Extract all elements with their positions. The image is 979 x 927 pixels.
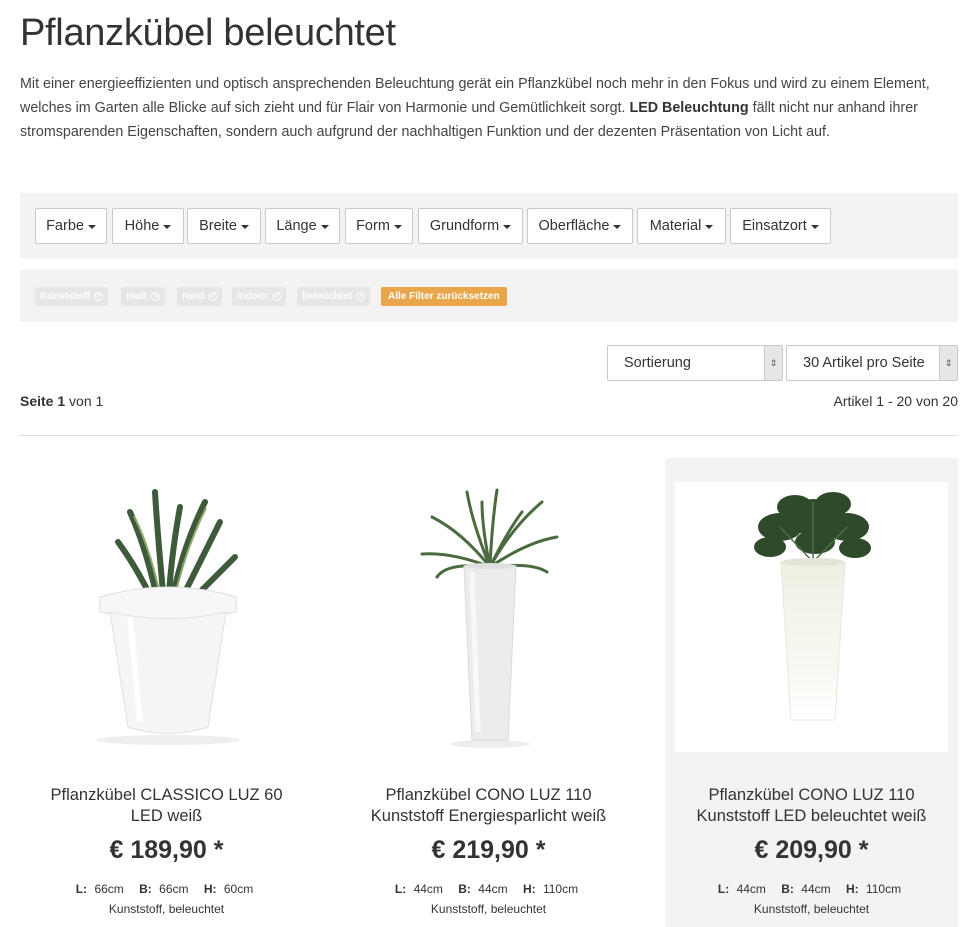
dim-b-label: B:: [781, 882, 794, 896]
caret-down-icon: [320, 225, 329, 229]
product-name[interactable]: Pflanzkübel CLASSICO LUZ 60 LED weiß: [20, 785, 313, 827]
dim-l-value: 44cm: [413, 882, 443, 896]
product-material: Kunststoff, beleuchtet: [753, 902, 870, 916]
filter-form-label: Form: [356, 218, 390, 234]
product-image[interactable]: [30, 482, 303, 752]
caret-down-icon: [163, 225, 172, 229]
sort-select[interactable]: Sortierung ⇕: [607, 345, 783, 381]
remove-filter-icon[interactable]: ×: [356, 292, 366, 301]
dim-b-label: B:: [458, 882, 471, 896]
filter-material-label: Material: [649, 218, 702, 234]
caret-down-icon: [613, 225, 622, 229]
active-filters-bar: Kunststoff × matt × rund × indoor × beleucht…: [20, 269, 958, 322]
select-arrows-icon: ⇕: [764, 346, 782, 380]
product-price: € 189,90 *: [109, 836, 224, 864]
filter-einsatzort-button[interactable]: Einsatzort: [730, 208, 831, 244]
caret-down-icon: [240, 225, 249, 229]
page-title: Pflanzkübel beleuchtet: [20, 12, 396, 54]
per-page-select-value: 30 Artikel pro Seite: [803, 355, 925, 371]
active-filter-label: Kunststoff: [40, 291, 90, 302]
planter-plant-image: [754, 492, 871, 721]
dim-b-value: 66cm: [159, 882, 189, 896]
product-card-hovered[interactable]: Pflanzkübel CONO LUZ 110 Kunststoff LED …: [665, 458, 958, 927]
per-page-select[interactable]: 30 Artikel pro Seite ⇕: [786, 345, 958, 381]
product-card[interactable]: Pflanzkübel CONO LUZ 110 Kunststoff Ener…: [342, 458, 635, 927]
intro-text-highlight: LED Beleuchtung: [629, 100, 749, 116]
dim-l-value: 44cm: [736, 882, 766, 896]
product-dimensions: L: 44cm B: 44cm H: 110cm: [342, 882, 635, 896]
remove-filter-icon[interactable]: ×: [151, 292, 161, 301]
dim-h-label: H:: [522, 882, 536, 896]
product-dimensions: L: 44cm B: 44cm H: 110cm: [665, 882, 958, 896]
page-word: Seite: [20, 393, 54, 409]
dim-h-value: 110cm: [542, 882, 579, 896]
caret-down-icon: [705, 225, 714, 229]
filter-hoehe-button[interactable]: Höhe: [112, 208, 184, 244]
dim-h-value: 60cm: [223, 882, 254, 896]
active-filter-chip[interactable]: matt ×: [121, 287, 166, 306]
active-filter-chip[interactable]: beleuchtet ×: [297, 287, 371, 306]
filter-oberflaeche-label: Oberfläche: [538, 218, 610, 234]
active-filter-label: beleuchtet: [302, 291, 353, 302]
filter-breite-button[interactable]: Breite: [187, 208, 261, 244]
filter-bar: Farbe Höhe Breite Länge Form Grundform O…: [20, 193, 958, 259]
product-image[interactable]: [675, 482, 948, 752]
planter-plant-image: [420, 488, 559, 748]
filter-form-button[interactable]: Form: [345, 208, 413, 244]
product-price: € 209,90 *: [754, 836, 869, 864]
filter-material-button[interactable]: Material: [637, 208, 726, 244]
product-card[interactable]: Pflanzkübel CLASSICO LUZ 60 LED weiß € 1…: [20, 458, 313, 927]
dim-l-label: L:: [717, 882, 730, 896]
remove-filter-icon[interactable]: ×: [208, 292, 218, 301]
caret-down-icon: [87, 225, 96, 229]
caret-down-icon: [393, 225, 402, 229]
dim-h-label: H:: [845, 882, 859, 896]
page-current: 1: [57, 393, 66, 409]
filter-farbe-label: Farbe: [46, 218, 84, 234]
intro-text: Mit einer energieeffizienten und optisch…: [20, 72, 960, 144]
product-dimensions: L: 66cm B: 66cm H: 60cm: [20, 882, 313, 896]
product-image[interactable]: [352, 482, 625, 752]
dim-l-value: 66cm: [94, 882, 124, 896]
active-filter-label: rund: [182, 291, 205, 302]
filter-grundform-button[interactable]: Grundform: [418, 208, 523, 244]
filter-einsatzort-label: Einsatzort: [742, 218, 807, 234]
select-arrows-icon: ⇕: [939, 346, 957, 380]
remove-filter-icon[interactable]: ×: [272, 292, 282, 301]
caret-down-icon: [503, 225, 512, 229]
active-filter-chip[interactable]: indoor ×: [232, 287, 287, 306]
dim-l-label: L:: [394, 882, 407, 896]
divider: [20, 435, 958, 436]
filter-breite-label: Breite: [199, 218, 237, 234]
filter-grundform-label: Grundform: [429, 218, 500, 234]
active-filter-chip[interactable]: Kunststoff ×: [35, 287, 108, 306]
product-name[interactable]: Pflanzkübel CONO LUZ 110 Kunststoff Ener…: [342, 785, 635, 827]
page-total: von 1: [69, 393, 104, 409]
filter-laenge-button[interactable]: Länge: [265, 208, 340, 244]
planter-plant-image: [96, 489, 240, 745]
reset-filters-button[interactable]: Alle Filter zurücksetzen: [381, 287, 507, 306]
filter-laenge-label: Länge: [276, 218, 317, 234]
caret-down-icon: [810, 225, 819, 229]
product-name[interactable]: Pflanzkübel CONO LUZ 110 Kunststoff LED …: [665, 785, 958, 827]
dim-l-label: L:: [75, 882, 88, 896]
dim-b-value: 44cm: [478, 882, 508, 896]
filter-hoehe-label: Höhe: [124, 218, 160, 234]
sort-select-value: Sortierung: [624, 355, 691, 371]
dim-b-label: B:: [139, 882, 152, 896]
product-price: € 219,90 *: [431, 836, 546, 864]
active-filter-label: indoor: [237, 291, 269, 302]
article-count: Artikel 1 - 20 von 20: [833, 393, 958, 409]
dim-h-label: H:: [203, 882, 217, 896]
filter-farbe-button[interactable]: Farbe: [35, 208, 107, 244]
filter-oberflaeche-button[interactable]: Oberfläche: [527, 208, 633, 244]
remove-filter-icon[interactable]: ×: [94, 292, 103, 301]
product-material: Kunststoff, beleuchtet: [430, 902, 547, 916]
active-filter-label: matt: [126, 291, 148, 302]
dim-h-value: 110cm: [865, 882, 902, 896]
product-material: Kunststoff, beleuchtet: [108, 902, 225, 916]
pagination-info: Seite 1 von 1: [20, 393, 103, 409]
dim-b-value: 44cm: [801, 882, 831, 896]
active-filter-chip[interactable]: rund ×: [177, 287, 223, 306]
